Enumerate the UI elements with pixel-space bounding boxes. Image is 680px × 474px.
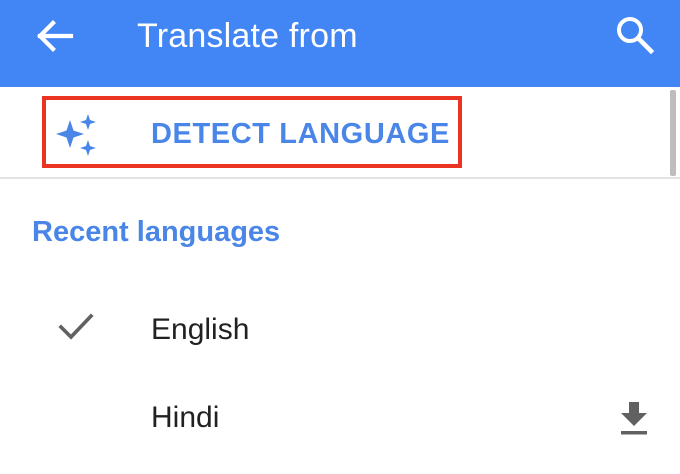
search-button[interactable] (612, 12, 658, 58)
language-label: English (151, 313, 250, 346)
translate-from-screen: Translate from DETECT LANGUAGE Recent la… (0, 0, 680, 474)
check-icon (58, 313, 94, 340)
detect-language-label: DETECT LANGUAGE (151, 118, 450, 150)
scrollbar[interactable] (670, 90, 676, 176)
language-item-english[interactable]: English (0, 286, 670, 374)
recent-languages-heading: Recent languages (32, 216, 281, 248)
back-button[interactable] (28, 14, 80, 58)
language-item-hindi[interactable]: Hindi (0, 374, 670, 462)
arrow-back-icon (37, 20, 74, 52)
search-icon (617, 17, 655, 55)
app-bar: Translate from (0, 0, 680, 87)
download-icon[interactable] (619, 400, 649, 436)
language-label: Hindi (151, 401, 220, 434)
sparkle-icon (56, 114, 96, 156)
page-title: Translate from (137, 17, 358, 55)
divider (0, 177, 680, 179)
